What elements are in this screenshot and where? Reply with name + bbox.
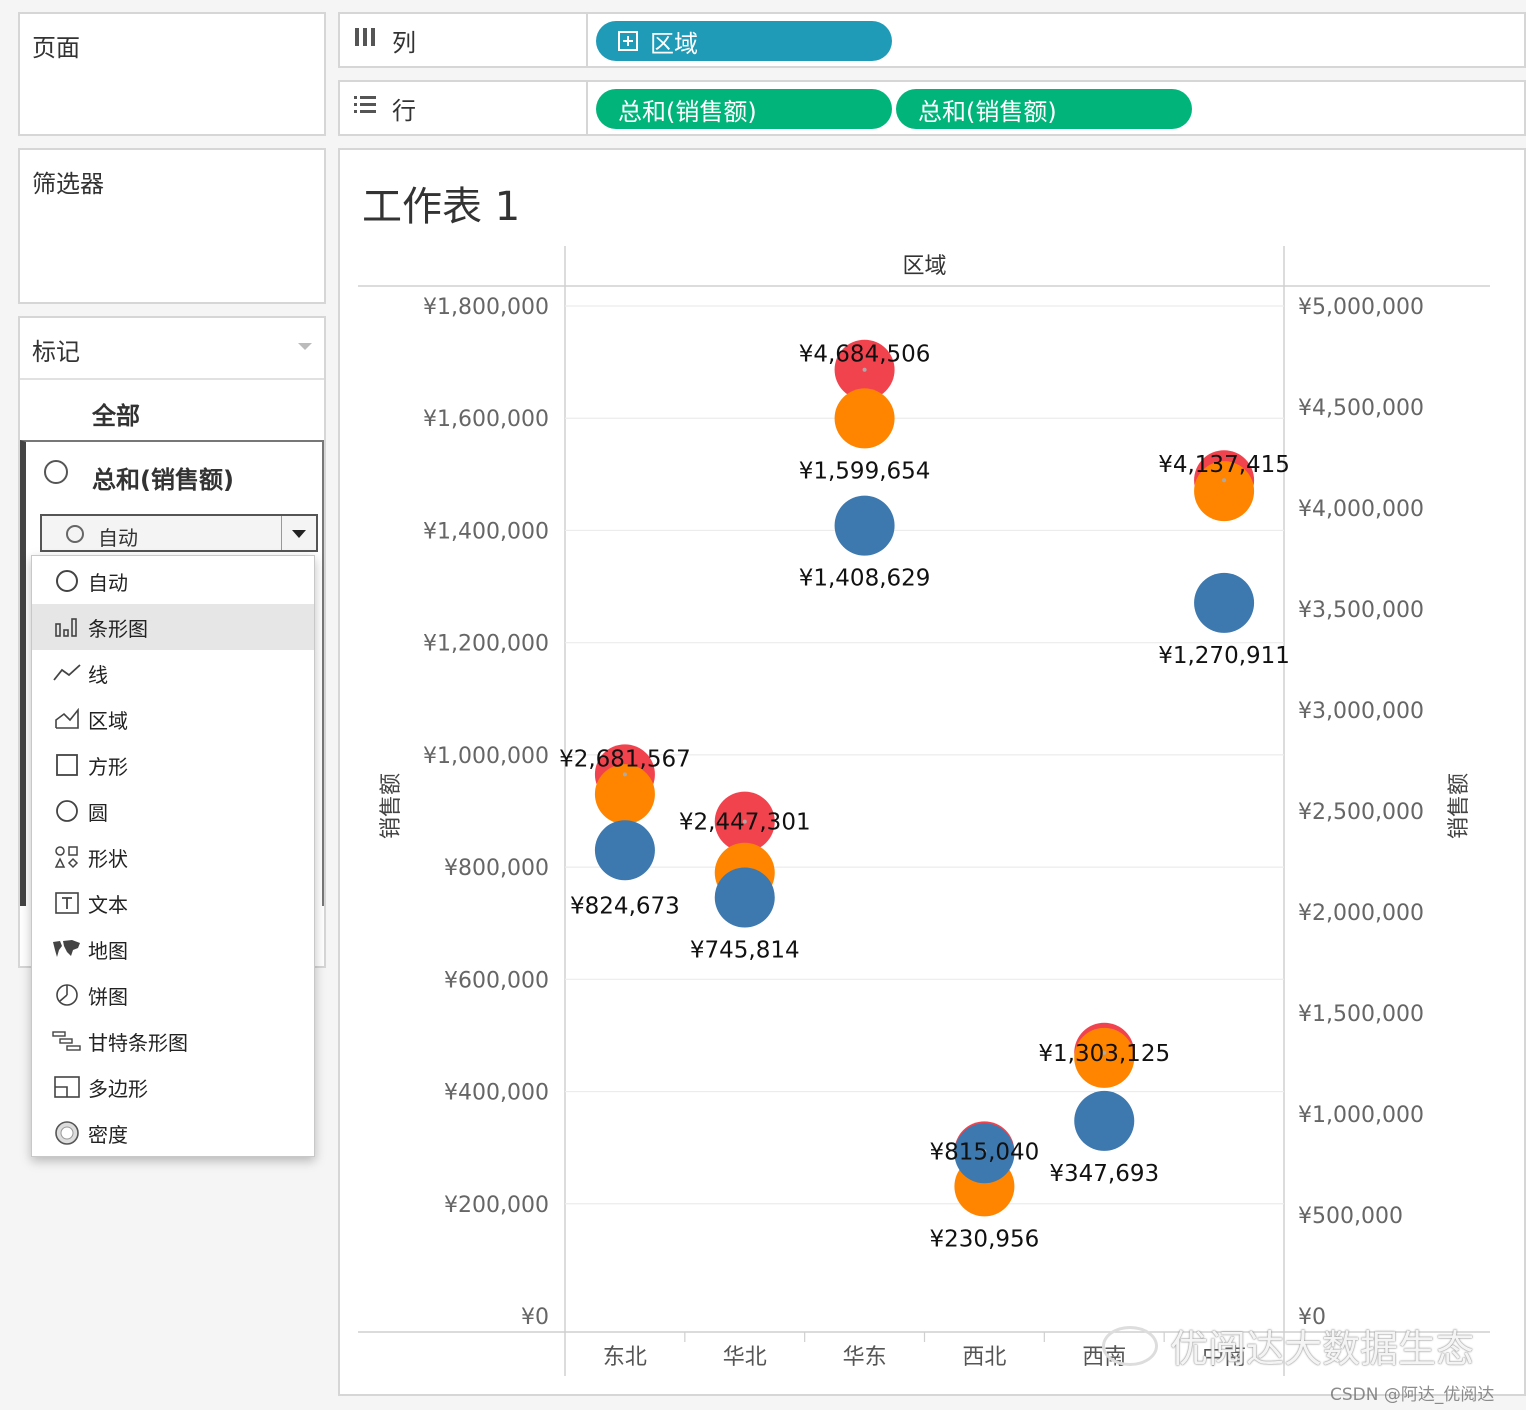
top-strip xyxy=(0,0,1526,10)
pie-icon xyxy=(52,983,82,1007)
mark-option-label: 文本 xyxy=(88,892,128,917)
mark-option-label: 圆 xyxy=(88,800,108,825)
mark-type-selected: 自动 xyxy=(98,526,138,550)
circle-outline-icon xyxy=(44,460,68,484)
mark-option-label: 密度 xyxy=(88,1122,128,1147)
wechat-logo-icon xyxy=(1102,1325,1158,1366)
mark-option-label: 条形图 xyxy=(88,616,148,641)
mark-option-label: 自动 xyxy=(88,570,128,595)
filters-title: 筛选器 xyxy=(32,170,104,198)
circle-outline-icon xyxy=(52,569,82,593)
marks-tab-all[interactable]: 全部 xyxy=(20,380,324,440)
mark-option-label: 甘特条形图 xyxy=(88,1030,188,1055)
region-pill[interactable]: 区域 xyxy=(596,21,892,61)
square-icon xyxy=(52,753,82,777)
dropdown-arrow-icon[interactable] xyxy=(281,516,316,550)
mark-option-map[interactable]: 地图 xyxy=(32,926,314,972)
mark-option-pie[interactable]: 饼图 xyxy=(32,972,314,1018)
rows-shelf-label: 行 xyxy=(340,82,588,134)
mark-option-gantt[interactable]: 甘特条形图 xyxy=(32,1018,314,1064)
area-chart-icon xyxy=(52,708,82,730)
filters-panel[interactable]: 筛选器 xyxy=(18,148,326,304)
marks-tab-all-label: 全部 xyxy=(92,402,140,430)
mark-option-label: 区域 xyxy=(88,708,128,733)
mark-option-auto[interactable]: 自动 xyxy=(32,558,314,604)
worksheet: 工作表 1 xyxy=(338,148,1526,1396)
chevron-down-icon[interactable] xyxy=(298,343,312,350)
mark-option-label: 线 xyxy=(88,662,108,687)
text-icon xyxy=(52,891,82,915)
gantt-icon xyxy=(52,1030,82,1052)
rows-icon xyxy=(352,95,378,121)
region-pill-label: 区域 xyxy=(650,29,698,58)
mark-option-label: 多边形 xyxy=(88,1076,148,1101)
polygon-icon xyxy=(52,1075,82,1099)
rows-label-text: 行 xyxy=(392,96,416,125)
mark-option-label: 方形 xyxy=(88,754,128,779)
marks-title: 标记 xyxy=(32,338,80,366)
mark-option-label: 形状 xyxy=(88,846,128,871)
marks-tab-sum-label: 总和(销售额) xyxy=(92,466,234,494)
columns-label-text: 列 xyxy=(392,28,416,57)
mark-option-label: 饼图 xyxy=(88,984,128,1009)
columns-shelf-label: 列 xyxy=(340,14,588,66)
sheet-title: 工作表 1 xyxy=(362,184,521,230)
mark-option-square[interactable]: 方形 xyxy=(32,742,314,788)
sum-sales-pill-1[interactable]: 总和(销售额) xyxy=(596,89,892,129)
watermark: 优阅达大数据生态 xyxy=(1102,1318,1474,1373)
sum-sales-pill-label: 总和(销售额) xyxy=(618,97,757,126)
map-icon xyxy=(52,938,82,960)
pages-title: 页面 xyxy=(32,34,80,62)
circle-icon xyxy=(52,799,82,823)
columns-icon xyxy=(352,26,378,54)
circle-outline-icon xyxy=(66,525,84,543)
mark-type-select[interactable]: 自动 xyxy=(40,514,318,552)
bar-chart-icon xyxy=(52,616,82,638)
mark-option-bar[interactable]: 条形图 xyxy=(32,604,314,650)
expand-icon[interactable] xyxy=(618,31,638,51)
mark-option-line[interactable]: 线 xyxy=(32,650,314,696)
mark-option-text[interactable]: 文本 xyxy=(32,880,314,926)
csdn-credit: CSDN @阿达_优阅达 xyxy=(1330,1385,1495,1405)
mark-option-shape[interactable]: 形状 xyxy=(32,834,314,880)
columns-shelf[interactable]: 列 区域 xyxy=(338,12,1526,68)
mark-option-label: 地图 xyxy=(88,938,128,963)
sum-sales-pill-label: 总和(销售额) xyxy=(918,97,1057,126)
marks-tab-sum-sales[interactable]: 总和(销售额) xyxy=(20,440,324,502)
sum-sales-pill-2[interactable]: 总和(销售额) xyxy=(896,89,1192,129)
density-icon xyxy=(52,1120,82,1146)
mark-type-dropdown: 自动 条形图 线 区域 方形 圆 形状 文本 地图 饼图 甘特条形图 多边形 密… xyxy=(31,555,315,1157)
watermark-text: 优阅达大数据生态 xyxy=(1170,1327,1475,1371)
mark-option-area[interactable]: 区域 xyxy=(32,696,314,742)
line-chart-icon xyxy=(52,662,82,684)
rows-shelf[interactable]: 行 总和(销售额) 总和(销售额) xyxy=(338,80,1526,136)
mark-option-density[interactable]: 密度 xyxy=(32,1110,314,1156)
mark-option-circle[interactable]: 圆 xyxy=(32,788,314,834)
pages-panel[interactable]: 页面 xyxy=(18,12,326,136)
marks-header[interactable]: 标记 xyxy=(20,318,324,380)
shapes-icon xyxy=(52,845,82,869)
mark-option-polygon[interactable]: 多边形 xyxy=(32,1064,314,1110)
